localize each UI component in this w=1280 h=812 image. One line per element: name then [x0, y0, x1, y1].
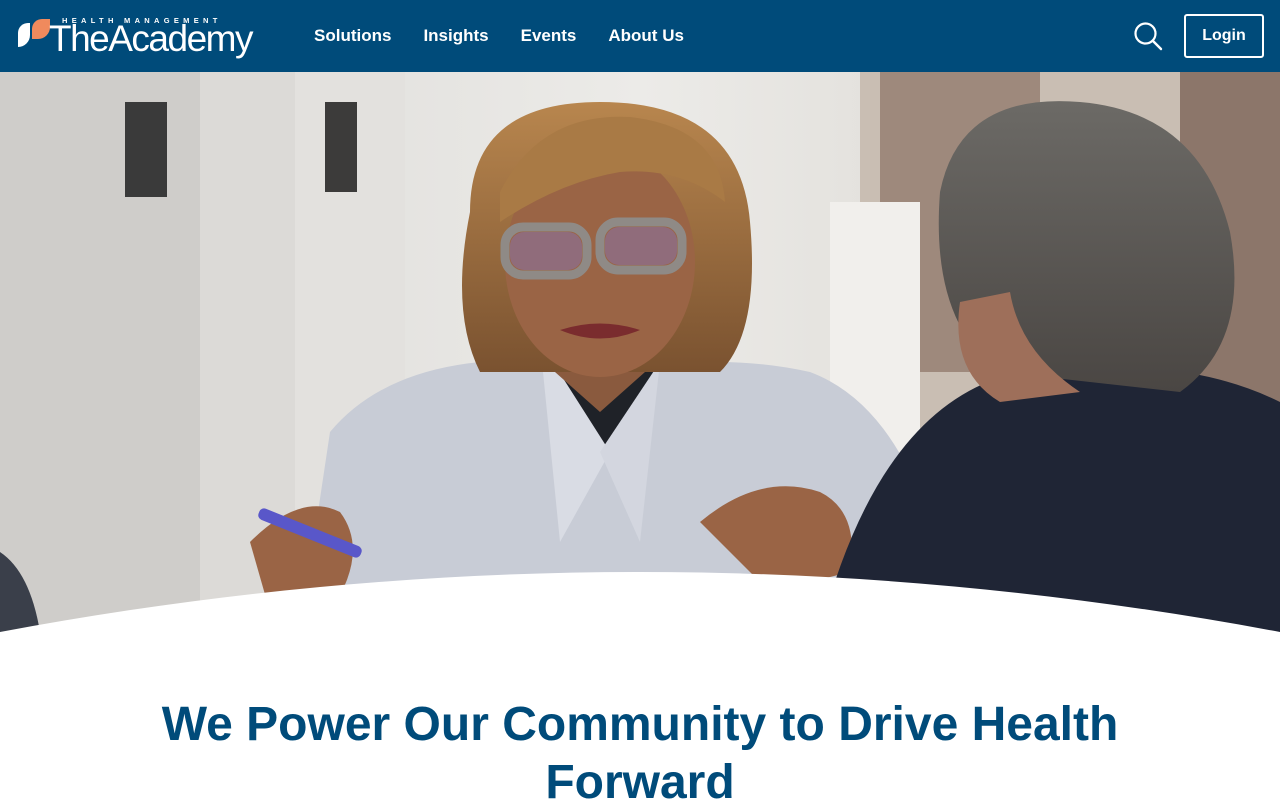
- login-button[interactable]: Login: [1184, 14, 1264, 58]
- search-button[interactable]: [1130, 18, 1166, 54]
- nav-item-about-us[interactable]: About Us: [592, 26, 700, 46]
- hero-section: [0, 72, 1280, 632]
- site-header: HEALTH MANAGEMENT TheAcademy Solutions I…: [0, 0, 1280, 72]
- search-icon: [1134, 22, 1163, 51]
- academy-logo-mark-icon: [18, 19, 50, 47]
- nav-item-insights[interactable]: Insights: [407, 26, 504, 46]
- site-logo[interactable]: HEALTH MANAGEMENT TheAcademy: [16, 14, 264, 58]
- main-nav: Solutions Insights Events About Us: [298, 0, 700, 72]
- nav-item-events[interactable]: Events: [505, 26, 593, 46]
- page-headline: We Power Our Community to Drive Health F…: [161, 698, 1119, 809]
- logo-wordmark: TheAcademy: [49, 18, 254, 59]
- nav-item-solutions[interactable]: Solutions: [298, 26, 407, 46]
- hero-image: [0, 72, 1280, 632]
